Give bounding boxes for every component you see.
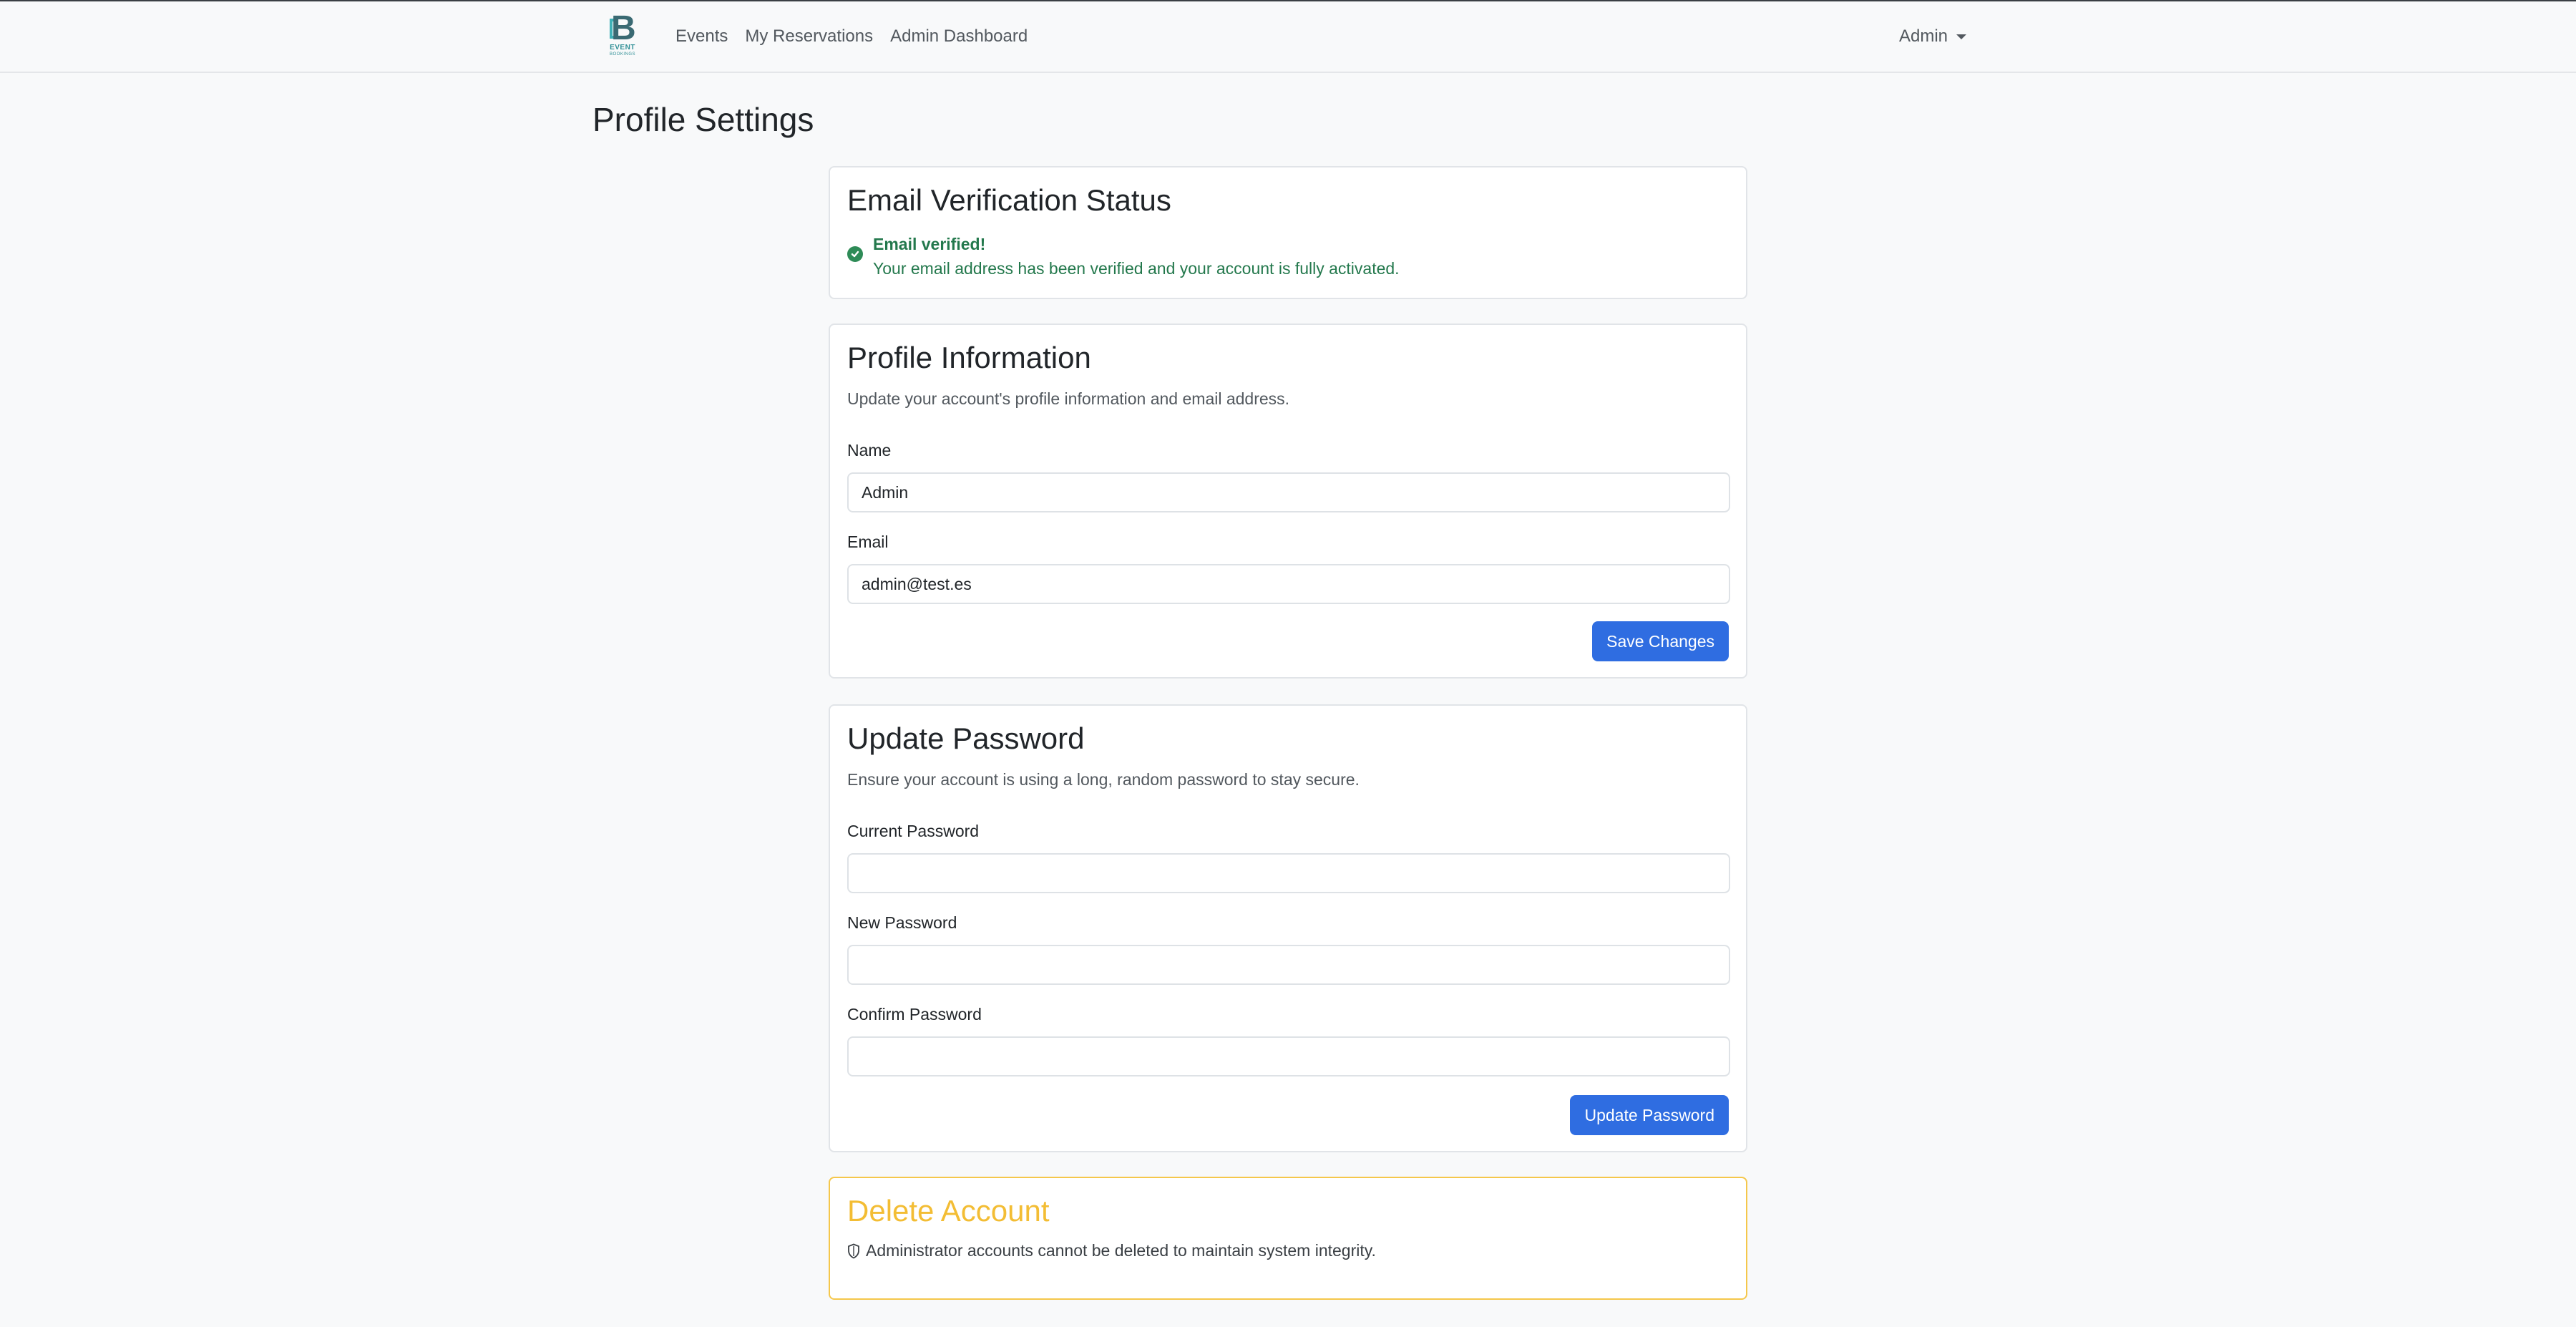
verified-heading: Email verified! xyxy=(873,235,986,253)
page-title: Profile Settings xyxy=(592,101,814,138)
current-password-label: Current Password xyxy=(847,822,980,840)
verified-message: Your email address has been verified and… xyxy=(873,259,1400,278)
email-input[interactable] xyxy=(847,564,1730,604)
delete-account-title: Delete Account xyxy=(847,1194,1050,1228)
nav-link-events[interactable]: Events xyxy=(675,26,728,47)
name-input[interactable] xyxy=(847,472,1730,512)
user-menu-label: Admin xyxy=(1898,26,1948,46)
logo-subtext: BOOKINGS xyxy=(609,52,635,57)
delete-account-card: Delete Account Administrator accounts ca… xyxy=(829,1177,1747,1300)
delete-account-note-text: Administrator accounts cannot be deleted… xyxy=(866,1241,1376,1260)
delete-account-note: Administrator accounts cannot be deleted… xyxy=(847,1241,1376,1260)
navbar-container: B EVENT BOOKINGS Events My Reservations … xyxy=(592,1,1984,72)
update-password-button[interactable]: Update Password xyxy=(1570,1095,1729,1135)
current-password-input[interactable] xyxy=(847,853,1730,893)
profile-information-description: Update your account's profile informatio… xyxy=(847,389,1290,408)
top-navbar: B EVENT BOOKINGS Events My Reservations … xyxy=(0,1,2576,73)
email-verification-card: Email Verification Status Email verified… xyxy=(829,166,1747,299)
save-changes-button[interactable]: Save Changes xyxy=(1592,621,1729,661)
verified-alert: Email verified! Your email address has b… xyxy=(847,232,1400,281)
email-verification-title: Email Verification Status xyxy=(847,183,1171,217)
new-password-input[interactable] xyxy=(847,945,1730,985)
profile-information-card: Profile Information Update your account'… xyxy=(829,324,1747,679)
caret-down-icon xyxy=(1956,34,1966,39)
confirm-password-label: Confirm Password xyxy=(847,1005,982,1024)
update-password-description: Ensure your account is using a long, ran… xyxy=(847,770,1360,789)
profile-information-title: Profile Information xyxy=(847,341,1091,374)
user-menu-dropdown[interactable]: Admin xyxy=(1899,26,1966,47)
name-label: Name xyxy=(847,441,892,460)
new-password-label: New Password xyxy=(847,913,957,932)
update-password-card: Update Password Ensure your account is u… xyxy=(829,704,1747,1152)
logo-b-shape: B xyxy=(611,9,636,47)
shield-icon xyxy=(848,1243,859,1259)
update-password-title: Update Password xyxy=(847,721,1085,755)
brand-logo[interactable]: B EVENT BOOKINGS xyxy=(607,9,638,60)
logo-mark: B xyxy=(608,9,637,47)
nav-link-admin-dashboard[interactable]: Admin Dashboard xyxy=(890,26,1028,47)
email-label: Email xyxy=(847,533,889,551)
confirm-password-input[interactable] xyxy=(847,1036,1730,1076)
nav-link-my-reservations[interactable]: My Reservations xyxy=(745,26,873,47)
check-circle-icon xyxy=(847,246,863,262)
